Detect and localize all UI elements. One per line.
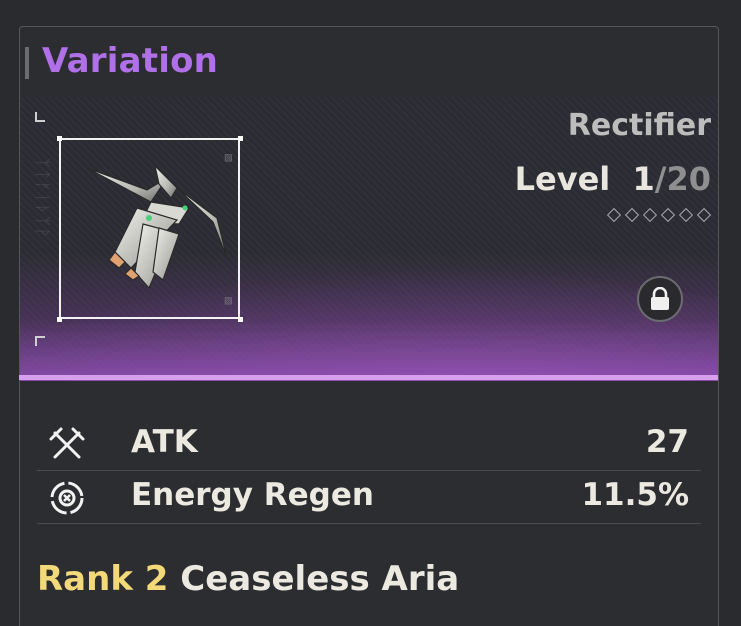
level-current: 1 [632, 160, 655, 198]
lock-icon [651, 287, 669, 310]
energy-regen-icon [50, 481, 84, 515]
weapon-name: Variation [42, 41, 219, 81]
stat-value: 11.5% [581, 477, 689, 513]
diamond-icon [678, 207, 694, 223]
passive-name: Ceaseless Aria [180, 559, 460, 599]
crossed-swords-icon [49, 427, 85, 459]
diamond-icon [624, 207, 640, 223]
stat-value: 27 [645, 424, 689, 460]
frame-corner-dot [238, 136, 243, 141]
ascension-diamonds [606, 207, 712, 223]
passive-rank: Rank 2 [37, 559, 169, 599]
diamond-icon [660, 207, 676, 223]
banner-edge-line [19, 375, 718, 380]
level-label: Level [514, 160, 611, 198]
stats-list: ATK 27 Energy Regen 11.5% [37, 418, 701, 524]
diamond-icon [606, 207, 622, 223]
stat-label: Energy Regen [131, 477, 374, 513]
weapon-level: Level 1/20 [515, 160, 711, 198]
level-max: /20 [654, 160, 711, 198]
lock-button[interactable] [637, 276, 683, 322]
diamond-icon [696, 207, 712, 223]
frame-corner-dot [57, 317, 62, 322]
stat-label: ATK [131, 424, 198, 460]
title-accent-bar [25, 47, 29, 79]
weapon-icon-frame: ▨ ▨ [59, 138, 240, 319]
frame-corner-dot [238, 317, 243, 322]
passive-skill: Rank 2 Ceaseless Aria [37, 559, 459, 599]
decorative-side-text: ᛉᛏᚠᛁᚦᛉᚹ [33, 158, 52, 240]
rectifier-weapon-icon [86, 164, 228, 290]
weapon-type: Rectifier [567, 108, 711, 143]
frame-corner-dot [57, 136, 62, 141]
corner-mark-bottom [35, 336, 45, 346]
stat-row-atk: ATK 27 [37, 418, 701, 471]
diamond-icon [642, 207, 658, 223]
stat-row-energy-regen: Energy Regen 11.5% [37, 471, 701, 524]
corner-mark-top [35, 112, 45, 122]
